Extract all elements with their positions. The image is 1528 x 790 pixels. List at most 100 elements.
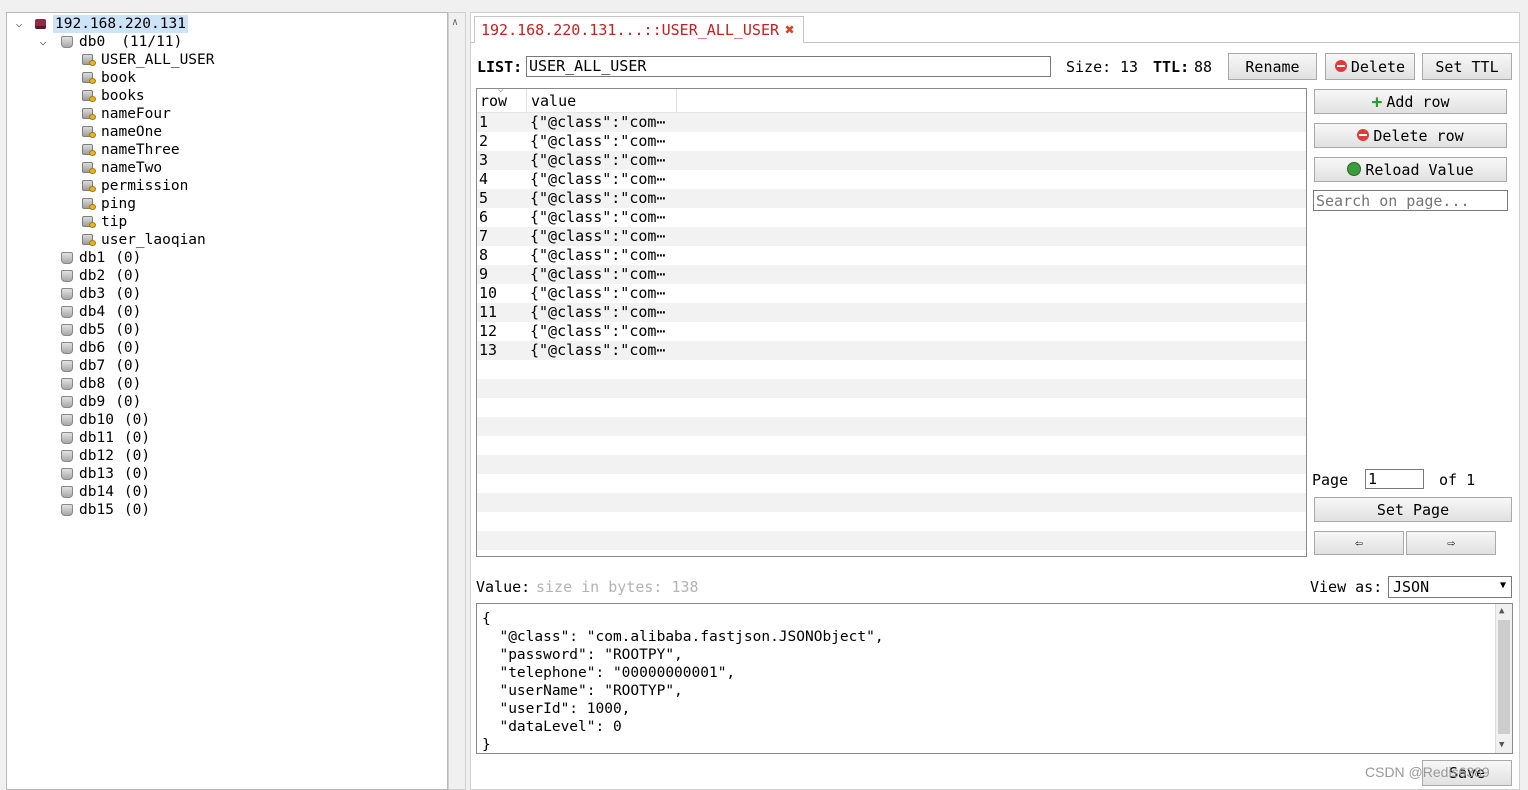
tree-db0-item[interactable]: db0 (11/11): [59, 33, 182, 51]
row-index: 1: [479, 113, 489, 131]
tree-key-item[interactable]: books: [81, 87, 145, 105]
database-icon: [59, 303, 75, 321]
table-row[interactable]: 10 {"@class":"com⋯: [477, 284, 1306, 303]
value-editor-text[interactable]: { "@class": "com.alibaba.fastjson.JSONOb…: [482, 610, 884, 753]
tree-key-item[interactable]: book: [81, 69, 136, 87]
column-separator[interactable]: [526, 89, 527, 112]
empty-table-row: [477, 417, 1306, 436]
database-icon: [59, 321, 75, 339]
table-row[interactable]: 8 {"@class":"com⋯: [477, 246, 1306, 265]
tree-db-item[interactable]: db8 (0): [59, 375, 141, 393]
tree-db-item[interactable]: db13 (0): [59, 465, 150, 483]
tree-db-item[interactable]: db7 (0): [59, 357, 141, 375]
editor-scrollbar[interactable]: ▲ ▼: [1495, 604, 1512, 753]
empty-table-row: [477, 531, 1306, 550]
delete-row-button[interactable]: Delete row: [1314, 123, 1507, 148]
key-name-field[interactable]: USER_ALL_USER: [526, 56, 1051, 77]
row-value: {"@class":"com⋯: [530, 246, 666, 264]
column-separator[interactable]: [676, 89, 677, 112]
tree-db-item[interactable]: db4 (0): [59, 303, 141, 321]
reload-value-button[interactable]: Reload Value: [1314, 157, 1507, 182]
empty-table-row: [477, 455, 1306, 474]
key-icon: [81, 195, 97, 213]
tree-db-item[interactable]: db5 (0): [59, 321, 141, 339]
scroll-up-icon[interactable]: ∧: [452, 17, 458, 28]
editor-scroll-thumb[interactable]: [1498, 620, 1510, 734]
tree-db-item[interactable]: db9 (0): [59, 393, 141, 411]
database-icon: [59, 375, 75, 393]
row-value: {"@class":"com⋯: [530, 151, 666, 169]
table-row[interactable]: 2 {"@class":"com⋯: [477, 132, 1306, 151]
table-row[interactable]: 4 {"@class":"com⋯: [477, 170, 1306, 189]
plus-icon: +: [1371, 91, 1383, 113]
row-value: {"@class":"com⋯: [530, 322, 666, 340]
next-page-button[interactable]: ⇨: [1406, 531, 1496, 555]
tree-key-item[interactable]: user_laoqian: [81, 231, 206, 249]
rename-button[interactable]: Rename: [1228, 53, 1317, 80]
tree-key-item[interactable]: nameOne: [81, 123, 162, 141]
table-row[interactable]: 9 {"@class":"com⋯: [477, 265, 1306, 284]
empty-table-row: [477, 436, 1306, 455]
tree-db-item[interactable]: db15 (0): [59, 501, 150, 519]
column-header-row[interactable]: row: [480, 92, 507, 110]
row-value: {"@class":"com⋯: [530, 265, 666, 283]
tree-db-item[interactable]: db14 (0): [59, 483, 150, 501]
server-icon: [33, 15, 49, 33]
table-row[interactable]: 5 {"@class":"com⋯: [477, 189, 1306, 208]
search-on-page-input[interactable]: [1313, 190, 1508, 211]
page-label: Page: [1312, 471, 1349, 489]
key-icon: [81, 177, 97, 195]
tree-db-item[interactable]: db12 (0): [59, 447, 150, 465]
empty-table-row: [477, 379, 1306, 398]
table-row[interactable]: 11 {"@class":"com⋯: [477, 303, 1306, 322]
tree-key-item[interactable]: nameThree: [81, 141, 180, 159]
database-icon: [59, 429, 75, 447]
tree-key-item[interactable]: nameTwo: [81, 159, 162, 177]
row-value: {"@class":"com⋯: [530, 284, 666, 302]
set-ttl-button[interactable]: Set TTL: [1422, 53, 1512, 80]
database-icon: [59, 339, 75, 357]
row-value: {"@class":"com⋯: [530, 189, 666, 207]
page-number-input[interactable]: 1: [1365, 469, 1424, 489]
tree-scrollbar[interactable]: ∧: [448, 12, 466, 790]
row-value: {"@class":"com⋯: [530, 170, 666, 188]
view-as-select[interactable]: JSON ▼: [1388, 576, 1512, 598]
key-icon: [81, 231, 97, 249]
ttl-label: TTL:: [1153, 58, 1190, 76]
tree-key-item[interactable]: USER_ALL_USER: [81, 51, 215, 69]
tree-db-item[interactable]: db6 (0): [59, 339, 141, 357]
tree-db-item[interactable]: db11 (0): [59, 429, 150, 447]
set-page-button[interactable]: Set Page: [1314, 497, 1512, 522]
tree-key-item[interactable]: nameFour: [81, 105, 171, 123]
table-row[interactable]: 12 {"@class":"com⋯: [477, 322, 1306, 341]
key-tab[interactable]: 192.168.220.131...::USER_ALL_USER ✖: [474, 16, 804, 43]
value-editor[interactable]: { "@class": "com.alibaba.fastjson.JSONOb…: [476, 603, 1513, 754]
tree-db-item[interactable]: db2 (0): [59, 267, 141, 285]
tree-key-item[interactable]: ping: [81, 195, 136, 213]
tree-server-item[interactable]: 192.168.220.131: [33, 15, 188, 33]
add-row-button[interactable]: + Add row: [1314, 89, 1507, 114]
delete-key-button[interactable]: Delete: [1325, 53, 1415, 80]
tree-key-item[interactable]: permission: [81, 177, 188, 195]
value-size-hint: size in bytes: 138: [536, 578, 699, 596]
table-row[interactable]: 13 {"@class":"com⋯: [477, 341, 1306, 360]
table-row[interactable]: 7 {"@class":"com⋯: [477, 227, 1306, 246]
server-chevron-down-icon[interactable]: ⌵: [13, 15, 25, 33]
row-index: 10: [479, 284, 498, 302]
table-row[interactable]: 1 {"@class":"com⋯: [477, 113, 1306, 132]
table-row[interactable]: 6 {"@class":"com⋯: [477, 208, 1306, 227]
scroll-up-icon[interactable]: ▲: [1499, 606, 1504, 616]
tree-key-item[interactable]: tip: [81, 213, 127, 231]
row-index: 5: [479, 189, 489, 207]
tree-db-item[interactable]: db1 (0): [59, 249, 141, 267]
key-icon: [81, 69, 97, 87]
previous-page-button[interactable]: ⇦: [1314, 531, 1404, 555]
scroll-down-icon[interactable]: ▼: [1499, 740, 1504, 750]
db0-chevron-down-icon[interactable]: ⌵: [37, 33, 49, 51]
tree-db-item[interactable]: db3 (0): [59, 285, 141, 303]
tree-db-item[interactable]: db10 (0): [59, 411, 150, 429]
table-row[interactable]: 3 {"@class":"com⋯: [477, 151, 1306, 170]
column-header-value[interactable]: value: [531, 92, 576, 110]
row-index: 2: [479, 132, 489, 150]
close-tab-icon[interactable]: ✖: [785, 20, 795, 39]
